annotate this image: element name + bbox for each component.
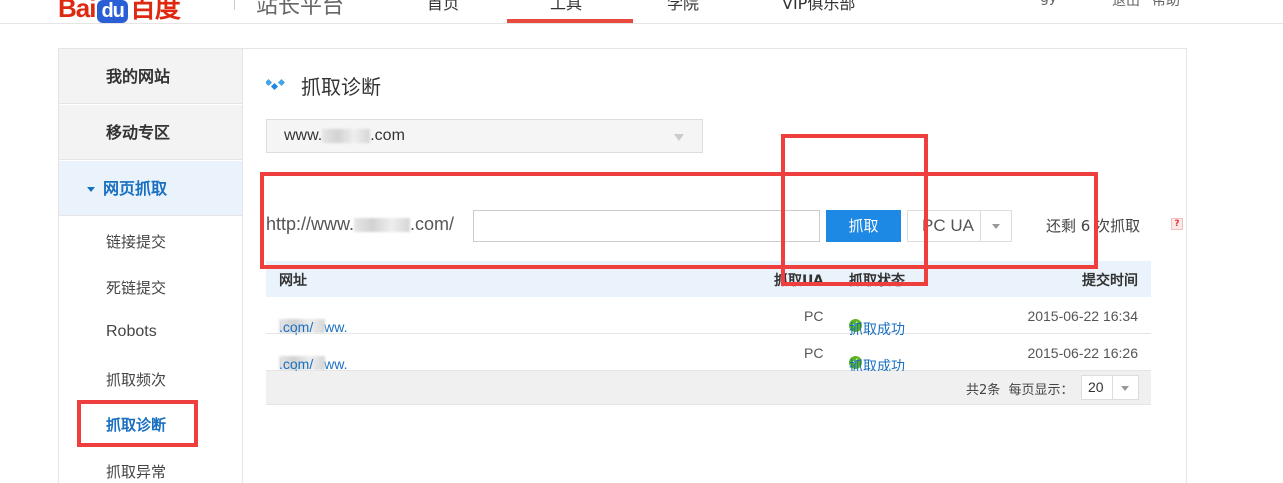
sidebar-category-crawl[interactable]: 网页抓取 — [59, 161, 242, 216]
site-select-prefix: www. — [284, 127, 323, 144]
page-title: 抓取诊断 — [301, 75, 381, 99]
row-ua: PC — [804, 308, 824, 324]
user-name[interactable]: gy — [1040, 0, 1057, 6]
top-header: Baidu百度 站长平台 首页 工具 学院 VIP俱乐部 gy 退出 帮助 — [0, 0, 1283, 24]
sidebar-item-crawl-frequency[interactable]: 抓取频次 — [106, 369, 166, 390]
chevron-down-icon — [674, 134, 684, 141]
nav-vip-club[interactable]: VIP俱乐部 — [782, 0, 855, 14]
nav-active-indicator — [507, 19, 633, 23]
col-time: 提交时间 — [1082, 273, 1138, 289]
sidebar-item-link-submit[interactable]: 链接提交 — [106, 231, 166, 252]
select-divider — [1112, 376, 1113, 399]
pagination-info: 共2条 每页显示： — [966, 379, 1074, 398]
baidu-logo[interactable]: Bai du 百度 — [58, 0, 181, 23]
highlight-box-sidebar — [77, 400, 198, 447]
help-icon[interactable]: ? — [1171, 218, 1183, 230]
row-url-end: .com/ — [279, 319, 314, 335]
crawl-history-table: 网址 抓取UA 抓取状态 提交时间 http://www..com/ PC ✓抓… — [266, 261, 1151, 405]
sidebar-category-mobile[interactable]: 移动专区 — [59, 105, 242, 160]
table-footer: 共2条 每页显示： 20 — [266, 371, 1151, 405]
redacted-domain — [322, 128, 371, 143]
per-page-label: 每页显示： — [1008, 383, 1074, 398]
expand-triangle-icon — [87, 187, 95, 192]
sidebar-item-crawl-errors[interactable]: 抓取异常 — [106, 461, 166, 482]
table-row: http://www..com/ PC ✓抓取成功 2015-06-22 16:… — [266, 334, 1151, 375]
help-link[interactable]: 帮助 — [1152, 0, 1180, 10]
sidebar-category-my-sites[interactable]: 我的网站 — [59, 49, 242, 104]
nav-tools[interactable]: 工具 — [550, 0, 582, 14]
row-time: 2015-06-22 16:34 — [1027, 308, 1138, 324]
row-ua: PC — [804, 345, 824, 361]
logo-text-suffix: 百度 — [129, 0, 181, 23]
sidebar-category-crawl-label: 网页抓取 — [103, 179, 168, 198]
page-size-value: 20 — [1088, 379, 1104, 395]
section-check-icon — [266, 78, 286, 91]
col-url: 网址 — [279, 273, 307, 289]
chevron-down-icon — [1121, 386, 1129, 391]
site-name: 站长平台 — [256, 0, 345, 19]
sidebar-item-robots[interactable]: Robots — [106, 323, 157, 341]
logo-paw: du — [97, 0, 128, 23]
nav-academy[interactable]: 学院 — [667, 0, 699, 14]
row-time: 2015-06-22 16:26 — [1027, 345, 1138, 361]
page-size-select[interactable]: 20 — [1081, 375, 1139, 400]
site-select[interactable]: www. .com — [266, 119, 703, 153]
logo-text-prefix: Bai — [58, 0, 96, 23]
table-row: http://www..com/ PC ✓抓取成功 2015-06-22 16:… — [266, 297, 1151, 338]
site-select-suffix: .com — [370, 127, 405, 144]
sidebar-item-dead-link[interactable]: 死链提交 — [106, 277, 166, 298]
nav-home[interactable]: 首页 — [427, 0, 459, 14]
total-count: 共2条 — [966, 383, 1001, 398]
highlight-box-fetch-row — [260, 172, 1098, 269]
logo-divider — [234, 0, 235, 10]
highlight-box-fetch-button — [781, 134, 928, 286]
logout-link[interactable]: 退出 — [1112, 0, 1140, 10]
row-url-end: .com/ — [279, 356, 314, 372]
